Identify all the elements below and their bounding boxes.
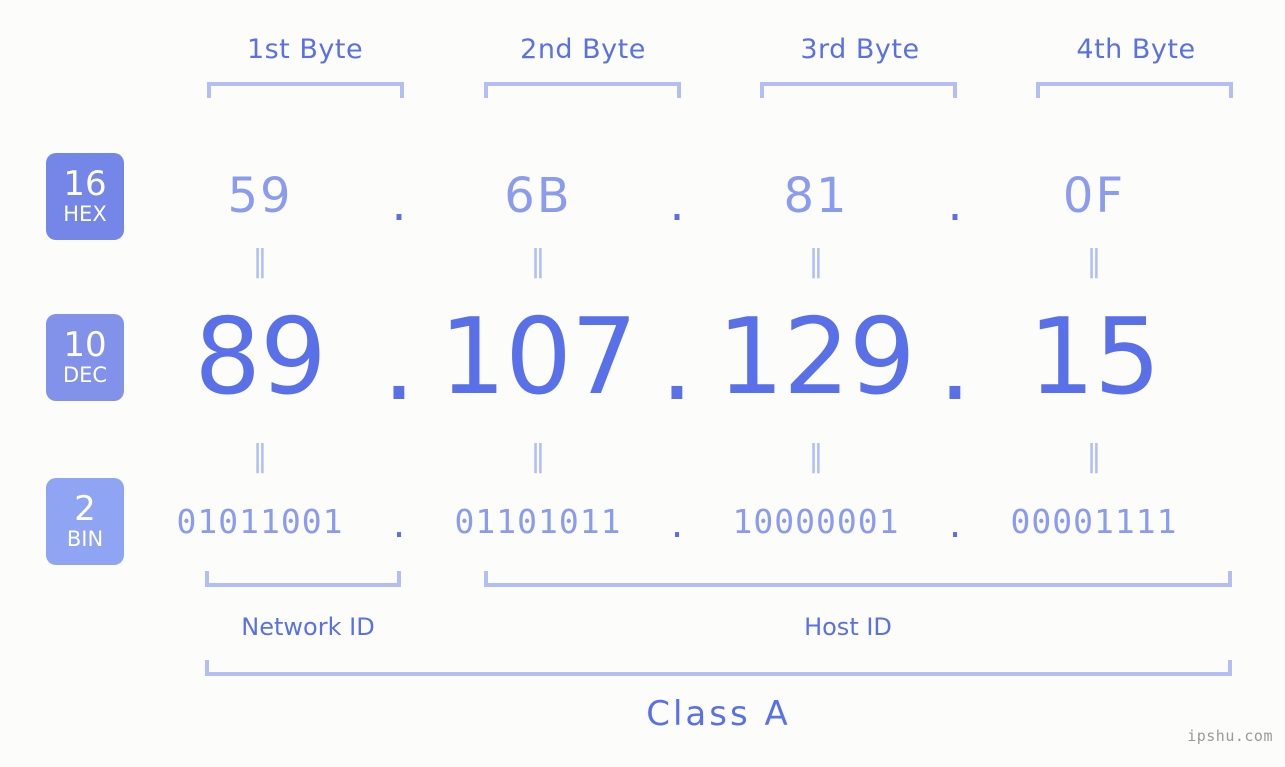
base-badge-dec[interactable]: 10 DEC [46, 314, 124, 401]
hex-separator-2: . [669, 176, 685, 232]
dec-separator-3: . [938, 302, 972, 424]
byte-header-4: 4th Byte [1076, 34, 1196, 65]
site-watermark: ipshu.com [1187, 727, 1273, 745]
hex-separator-3: . [947, 176, 963, 232]
equality-mark-4: ‖ [1086, 244, 1102, 279]
equality-mark-8: ‖ [1086, 439, 1102, 474]
base-badge-hex[interactable]: 16 HEX [46, 153, 124, 240]
bin-byte-3: 10000001 [732, 501, 900, 541]
hex-value-row: 59 . 6B . 81 . 0F [140, 152, 1255, 240]
equality-mark-5: ‖ [252, 439, 268, 474]
equality-mark-3: ‖ [808, 244, 824, 279]
bin-byte-4: 00001111 [1010, 501, 1178, 541]
base-badge-bin[interactable]: 2 BIN [46, 478, 124, 565]
bin-value-row: 01011001 . 01101011 . 10000001 . 0000111… [140, 492, 1255, 550]
base-badge-bin-label: BIN [66, 527, 104, 551]
host-id-label: Host ID [804, 613, 892, 641]
dec-byte-2: 107 [439, 296, 637, 418]
dec-byte-1: 89 [194, 296, 327, 418]
class-bracket [205, 660, 1232, 676]
bin-separator-1: . [389, 505, 409, 545]
bin-separator-3: . [945, 505, 965, 545]
equality-mark-6: ‖ [530, 439, 546, 474]
network-id-label: Network ID [241, 613, 375, 641]
byte-header-3: 3rd Byte [800, 34, 920, 65]
hex-separator-1: . [391, 176, 407, 232]
hex-byte-1: 59 [227, 168, 293, 224]
equality-row-dec-bin: ‖ ‖ ‖ ‖ [140, 440, 1255, 474]
ip-address-breakdown-diagram: 1st Byte 2nd Byte 3rd Byte 4th Byte 16 H… [0, 0, 1285, 767]
dec-byte-4: 15 [1028, 296, 1161, 418]
base-badge-hex-label: HEX [63, 202, 107, 226]
byte-header-1: 1st Byte [246, 34, 364, 65]
dec-value-row: 89 . 107 . 129 . 15 [140, 296, 1255, 418]
dec-separator-1: . [382, 302, 416, 424]
hex-byte-2: 6B [504, 168, 572, 224]
bin-separator-2: . [667, 505, 687, 545]
hex-byte-3: 81 [783, 168, 849, 224]
byte-bracket-4 [1036, 82, 1233, 98]
hex-byte-4: 0F [1062, 168, 1126, 224]
base-badge-hex-number: 16 [63, 164, 107, 204]
base-badge-bin-number: 2 [74, 489, 96, 529]
dec-separator-2: . [660, 302, 694, 424]
host-id-bracket [484, 571, 1232, 587]
equality-row-hex-dec: ‖ ‖ ‖ ‖ [140, 245, 1255, 279]
bin-byte-2: 01101011 [454, 501, 622, 541]
byte-header-2: 2nd Byte [520, 34, 646, 65]
byte-bracket-1 [207, 82, 404, 98]
equality-mark-7: ‖ [808, 439, 824, 474]
class-label: Class A [646, 694, 791, 734]
dec-byte-3: 129 [717, 296, 915, 418]
byte-bracket-2 [484, 82, 681, 98]
equality-mark-2: ‖ [530, 244, 546, 279]
base-badge-dec-number: 10 [63, 325, 107, 365]
equality-mark-1: ‖ [252, 244, 268, 279]
network-id-bracket [205, 571, 401, 587]
byte-bracket-3 [760, 82, 957, 98]
base-badge-dec-label: DEC [62, 363, 108, 387]
bin-byte-1: 01011001 [176, 501, 344, 541]
